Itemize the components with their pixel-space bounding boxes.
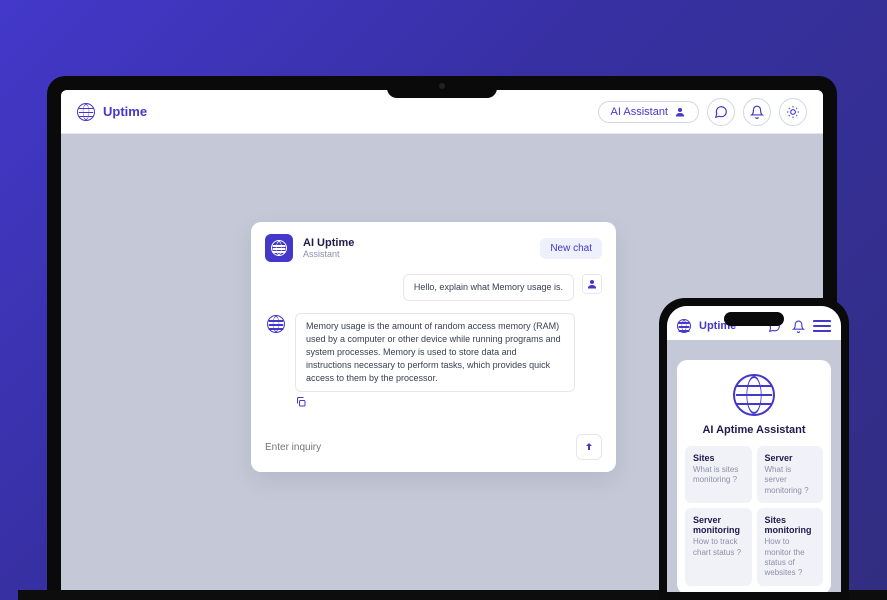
user-message-bubble: Hello, explain what Memory usage is.: [403, 274, 574, 301]
arrow-up-icon: [583, 441, 595, 453]
copy-button[interactable]: [295, 396, 602, 408]
phone-assistant-card: AI Aptime Assistant Sites What is sites …: [677, 360, 831, 592]
copy-icon: [295, 396, 307, 408]
globe-icon: [677, 319, 691, 333]
phone-notch: [724, 312, 784, 326]
chat-icon-button[interactable]: [707, 98, 735, 126]
phone-screen: Uptime AI Aptime Assistant Sites What is…: [667, 306, 841, 592]
topic-title: Server: [765, 453, 816, 463]
new-chat-button[interactable]: New chat: [540, 238, 602, 259]
globe-icon: [77, 103, 95, 121]
chat-header: AI Uptime Assistant New chat: [265, 234, 602, 262]
brand-name: Uptime: [103, 104, 147, 119]
ai-avatar: [265, 234, 293, 262]
ai-avatar-inline: [265, 313, 287, 335]
sun-icon: [786, 105, 800, 119]
topic-card[interactable]: Server What is server monitoring ?: [757, 446, 824, 503]
topic-title: Sites: [693, 453, 744, 463]
topic-card[interactable]: Sites monitoring How to monitor the stat…: [757, 508, 824, 586]
globe-icon: [271, 240, 287, 256]
topic-title: Server monitoring: [693, 515, 744, 535]
topic-card[interactable]: Sites What is sites monitoring ?: [685, 446, 752, 503]
ai-assistant-pill[interactable]: AI Assistant: [598, 101, 699, 123]
topic-card[interactable]: Server monitoring How to track chart sta…: [685, 508, 752, 586]
topic-subtitle: How to track chart status ?: [693, 537, 744, 558]
chat-subtitle: Assistant: [303, 249, 530, 259]
brand[interactable]: Uptime: [77, 103, 147, 121]
user-message-row: Hello, explain what Memory usage is.: [265, 274, 602, 301]
theme-icon-button[interactable]: [779, 98, 807, 126]
ai-message-bubble: Memory usage is the amount of random acc…: [295, 313, 575, 392]
ai-message-row: Memory usage is the amount of random acc…: [265, 313, 602, 392]
chat-input[interactable]: [265, 442, 568, 453]
phone-bell-button[interactable]: [789, 317, 807, 335]
topic-subtitle: What is server monitoring ?: [765, 465, 816, 496]
menu-button[interactable]: [813, 317, 831, 335]
user-avatar: [582, 274, 602, 294]
ai-pill-label: AI Assistant: [611, 106, 668, 118]
phone-card-title: AI Aptime Assistant: [685, 424, 823, 436]
bell-icon: [792, 320, 805, 333]
globe-icon: [267, 315, 285, 333]
chat-input-row: [265, 427, 602, 460]
chat-title: AI Uptime: [303, 237, 530, 249]
phone-frame: Uptime AI Aptime Assistant Sites What is…: [659, 298, 849, 600]
user-icon: [586, 278, 598, 290]
topics-grid: Sites What is sites monitoring ? Server …: [685, 446, 823, 586]
globe-icon-large: [733, 374, 775, 416]
hamburger-icon: [813, 320, 831, 332]
topic-title: Sites monitoring: [765, 515, 816, 535]
chat-icon: [714, 105, 728, 119]
send-button[interactable]: [576, 434, 602, 460]
bell-icon: [750, 105, 764, 119]
topic-subtitle: What is sites monitoring ?: [693, 465, 744, 486]
chat-card: AI Uptime Assistant New chat Hello, expl…: [251, 222, 616, 472]
bell-icon-button[interactable]: [743, 98, 771, 126]
laptop-camera: [439, 83, 445, 89]
user-icon: [674, 106, 686, 118]
topic-subtitle: How to monitor the status of websites ?: [765, 537, 816, 579]
